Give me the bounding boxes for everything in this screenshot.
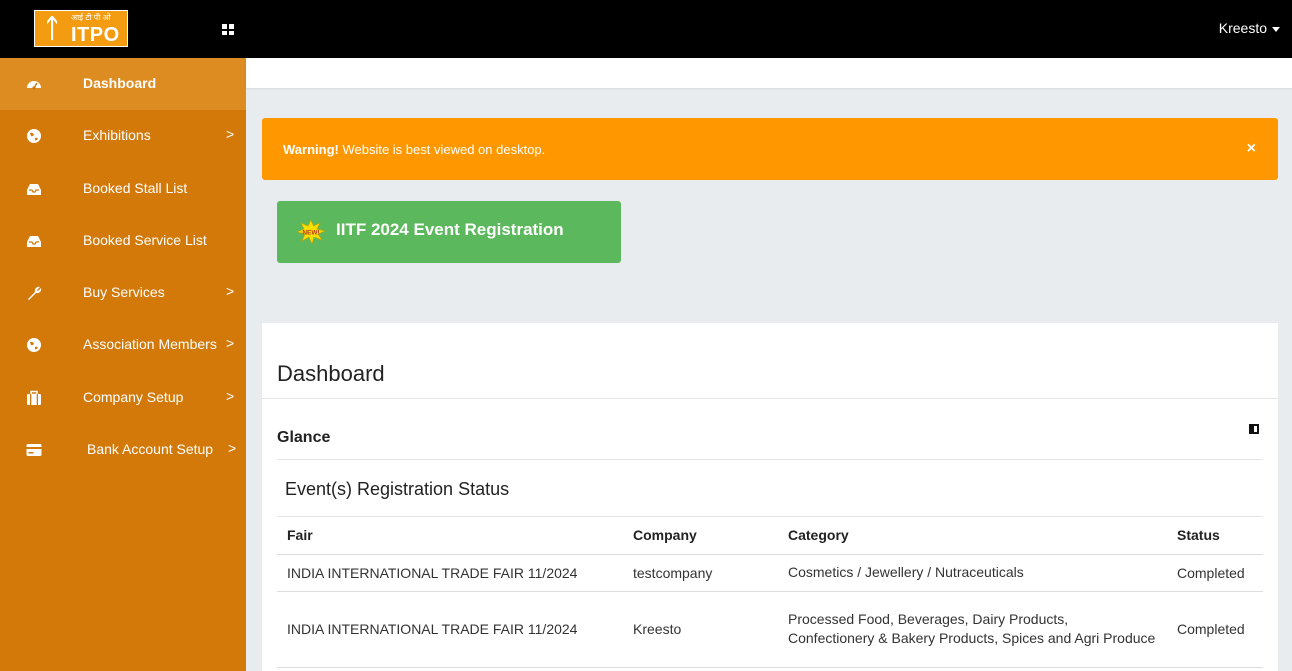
glance-heading: Glance: [277, 429, 331, 446]
divider: [262, 398, 1278, 399]
sidebar-toggle-grid-icon[interactable]: [222, 24, 234, 35]
cell-status: Completed: [1167, 554, 1263, 592]
column-header-company: Company: [623, 517, 778, 555]
registration-status-table: Fair Company Category Status INDIA INTER…: [277, 517, 1263, 668]
sidebar-item-label: Dashboard: [83, 75, 157, 91]
collapse-panel-icon[interactable]: [1249, 424, 1259, 434]
caret-down-icon: [1272, 26, 1280, 32]
cell-status: Completed: [1167, 591, 1263, 668]
sidebar-item-label: Booked Stall List: [83, 180, 188, 196]
chevron-right-icon: >: [226, 388, 235, 404]
sidebar-item-exhibitions[interactable]: Exhibitions >: [0, 110, 246, 162]
sidebar-item-label: Bank Account Setup: [87, 441, 214, 457]
sidebar-item-label: Company Setup: [83, 389, 184, 405]
sidebar-item-booked-stall-list[interactable]: Booked Stall List: [0, 163, 246, 215]
sidebar: Dashboard Exhibitions > Booked Stall Lis…: [0, 58, 246, 671]
cell-category: Processed Food, Beverages, Dairy Product…: [778, 591, 1167, 668]
new-badge-icon: NEW!: [296, 219, 326, 245]
column-header-category: Category: [778, 517, 1167, 555]
content-subheader: [246, 58, 1292, 88]
column-header-status: Status: [1167, 517, 1263, 555]
sidebar-item-association-members[interactable]: Association Members >: [0, 319, 246, 371]
table-row: INDIA INTERNATIONAL TRADE FAIR 11/2024 t…: [277, 554, 1263, 592]
sidebar-item-buy-services[interactable]: Buy Services >: [0, 267, 246, 319]
alert-strong: Warning!: [283, 142, 339, 157]
alert-message: Warning! Website is best viewed on deskt…: [283, 142, 545, 157]
column-header-fair: Fair: [277, 517, 623, 555]
itpo-logo[interactable]: ᛏ आई टी पी ओ ITPO: [34, 10, 128, 47]
sidebar-item-label: Exhibitions: [83, 127, 151, 143]
sidebar-item-dashboard[interactable]: Dashboard: [0, 58, 246, 110]
sidebar-item-label: Booked Service List: [83, 232, 207, 248]
inbox-icon: [26, 181, 42, 197]
cell-fair: INDIA INTERNATIONAL TRADE FAIR 11/2024: [277, 591, 623, 668]
alert-text: Website is best viewed on desktop.: [338, 142, 546, 157]
warning-alert: Warning! Website is best viewed on deskt…: [262, 118, 1278, 180]
logo-hindi-text: आई टी पी ओ: [71, 13, 111, 22]
table-header-row: Fair Company Category Status: [277, 517, 1263, 555]
close-icon[interactable]: ×: [1247, 140, 1256, 158]
cell-company: Kreesto: [623, 591, 778, 668]
registration-status-heading: Event(s) Registration Status: [285, 479, 510, 499]
user-name: Kreesto: [1218, 20, 1267, 36]
itpo-emblem-icon: ᛏ: [44, 14, 60, 44]
top-navbar: ᛏ आई टी पी ओ ITPO Kreesto: [0, 0, 1292, 58]
table-row: INDIA INTERNATIONAL TRADE FAIR 11/2024 K…: [277, 591, 1263, 668]
dashboard-panel: Dashboard Glance Event(s) Registration S…: [262, 323, 1278, 671]
chevron-right-icon: >: [226, 283, 235, 299]
event-registration-label: IITF 2024 Event Registration: [336, 220, 564, 239]
cell-category: Cosmetics / Jewellery / Nutraceuticals: [778, 554, 1167, 592]
divider: [277, 459, 1263, 460]
user-menu[interactable]: Kreesto: [1219, 20, 1280, 36]
sidebar-item-label: Buy Services: [83, 284, 165, 300]
cell-company: testcompany: [623, 554, 778, 592]
wrench-icon: [26, 285, 42, 301]
chevron-right-icon: >: [226, 335, 235, 351]
briefcase-icon: [26, 390, 42, 406]
sidebar-item-label: Association Members: [83, 336, 217, 352]
dashboard-icon: [26, 76, 42, 92]
sidebar-item-company-setup[interactable]: Company Setup >: [0, 372, 246, 424]
logo-text: ITPO: [71, 24, 120, 46]
page-title: Dashboard: [277, 361, 385, 386]
cell-fair: INDIA INTERNATIONAL TRADE FAIR 11/2024: [277, 554, 623, 592]
globe-icon: [26, 337, 42, 353]
inbox-icon: [26, 233, 42, 249]
chevron-right-icon: >: [228, 440, 237, 456]
chevron-right-icon: >: [226, 126, 235, 142]
new-badge-label: NEW!: [302, 230, 319, 237]
sidebar-item-bank-account-setup[interactable]: Bank Account Setup >: [0, 424, 246, 476]
event-registration-button[interactable]: NEW! IITF 2024 Event Registration: [277, 201, 621, 263]
sidebar-item-booked-service-list[interactable]: Booked Service List: [0, 215, 246, 267]
globe-icon: [26, 128, 42, 144]
credit-card-icon: [26, 442, 42, 458]
